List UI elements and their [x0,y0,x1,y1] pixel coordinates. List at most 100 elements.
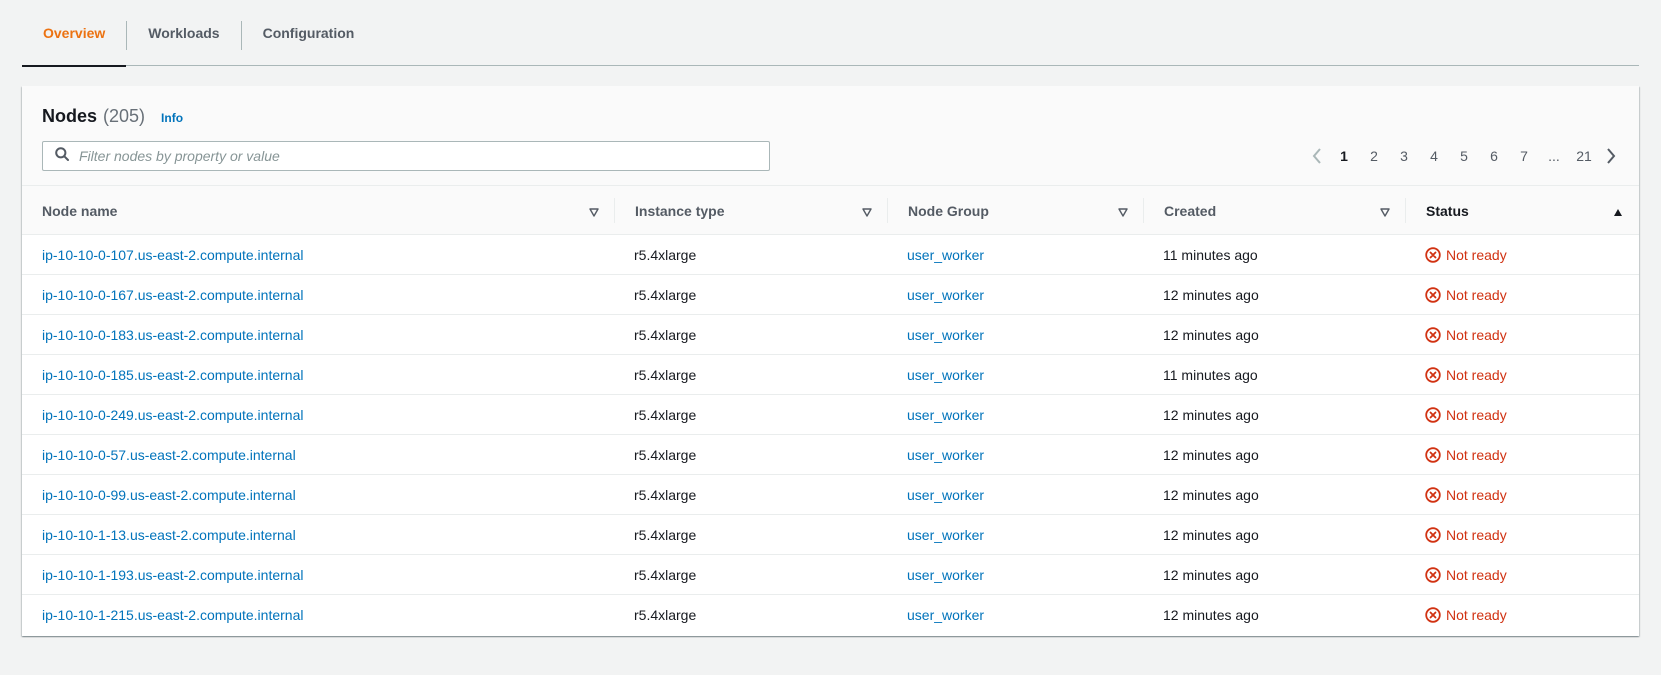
node-group-link[interactable]: user_worker [907,275,984,314]
sort-caret-down-outline-icon[interactable] [1380,204,1390,220]
table-row: ip-10-10-0-167.us-east-2.compute.interna… [22,275,1639,315]
page-ellipsis: ... [1548,148,1560,164]
node-group-link[interactable]: user_worker [907,515,984,554]
status: Not ready [1425,555,1507,594]
page-21[interactable]: 21 [1569,148,1599,164]
instance-type: r5.4xlarge [634,366,697,383]
pagination: 1 2 3 4 5 6 7 ... 21 [1305,144,1623,168]
page-6[interactable]: 6 [1479,148,1509,164]
status-negative-icon [1425,366,1441,383]
node-group-link[interactable]: user_worker [907,235,984,274]
node-group-link[interactable]: user_worker [907,555,984,594]
sort-caret-up-filled-icon[interactable] [1613,204,1623,220]
instance-type: r5.4xlarge [634,526,697,543]
table-row: ip-10-10-1-193.us-east-2.compute.interna… [22,555,1639,595]
node-name-link[interactable]: ip-10-10-0-57.us-east-2.compute.internal [42,435,296,474]
created-time: 12 minutes ago [1163,286,1259,303]
created-time: 12 minutes ago [1163,606,1259,623]
node-group-link[interactable]: user_worker [907,595,984,634]
column-header-instance-type[interactable]: Instance type [615,186,888,235]
table-row: ip-10-10-0-183.us-east-2.compute.interna… [22,315,1639,355]
node-name-link[interactable]: ip-10-10-0-107.us-east-2.compute.interna… [42,235,303,274]
status-negative-icon [1425,406,1441,423]
table-row: ip-10-10-0-57.us-east-2.compute.internal… [22,435,1639,475]
column-header-created[interactable]: Created [1144,186,1406,235]
status-negative-icon [1425,606,1441,623]
node-name-link[interactable]: ip-10-10-0-183.us-east-2.compute.interna… [42,315,303,354]
status-negative-icon [1425,526,1441,543]
node-name-link[interactable]: ip-10-10-0-249.us-east-2.compute.interna… [42,395,303,434]
page-2[interactable]: 2 [1359,148,1389,164]
chevron-right-icon[interactable] [1599,148,1623,164]
page-4[interactable]: 4 [1419,148,1449,164]
tab-overview[interactable]: Overview [22,0,127,67]
search-icon [55,146,69,166]
table-row: ip-10-10-1-13.us-east-2.compute.internal… [22,515,1639,555]
created-time: 12 minutes ago [1163,326,1259,343]
status-text: Not ready [1446,326,1507,343]
node-name-link[interactable]: ip-10-10-0-99.us-east-2.compute.internal [42,475,296,514]
filter-box[interactable] [42,141,770,171]
status: Not ready [1425,275,1507,314]
status-text: Not ready [1446,446,1507,463]
page-3[interactable]: 3 [1389,148,1419,164]
chevron-left-icon[interactable] [1305,148,1329,164]
node-group-link[interactable]: user_worker [907,435,984,474]
node-group-link[interactable]: user_worker [907,475,984,514]
page-7[interactable]: 7 [1509,148,1539,164]
created-time: 12 minutes ago [1163,526,1259,543]
status-negative-icon [1425,326,1441,343]
page-1[interactable]: 1 [1329,148,1359,164]
status-text: Not ready [1446,526,1507,543]
created-time: 12 minutes ago [1163,486,1259,503]
node-name-link[interactable]: ip-10-10-1-13.us-east-2.compute.internal [42,515,296,554]
column-header-node-group[interactable]: Node Group [888,186,1144,235]
tab-workloads[interactable]: Workloads [127,0,240,66]
info-link[interactable]: Info [161,111,183,125]
filter-input[interactable] [79,148,739,164]
status: Not ready [1425,595,1507,634]
table-row: ip-10-10-0-99.us-east-2.compute.internal… [22,475,1639,515]
status: Not ready [1425,475,1507,514]
node-name-link[interactable]: ip-10-10-1-215.us-east-2.compute.interna… [42,595,303,634]
instance-type: r5.4xlarge [634,566,697,583]
table-header: Node name Instance type Node Group Creat… [22,186,1639,235]
panel-title: Nodes (205) Info [42,106,183,127]
status-negative-icon [1425,286,1441,303]
tab-configuration[interactable]: Configuration [242,0,376,66]
node-name-link[interactable]: ip-10-10-1-193.us-east-2.compute.interna… [42,555,303,594]
status-text: Not ready [1446,486,1507,503]
table-row: ip-10-10-1-215.us-east-2.compute.interna… [22,595,1639,635]
status-text: Not ready [1446,246,1507,263]
node-group-link[interactable]: user_worker [907,395,984,434]
created-time: 12 minutes ago [1163,446,1259,463]
status-text: Not ready [1446,606,1507,623]
instance-type: r5.4xlarge [634,606,697,623]
sort-caret-down-outline-icon[interactable] [862,204,872,220]
sort-caret-down-outline-icon[interactable] [589,204,599,220]
created-time: 11 minutes ago [1163,246,1258,263]
status-text: Not ready [1446,566,1507,583]
sort-caret-down-outline-icon[interactable] [1118,204,1128,220]
column-header-node-name[interactable]: Node name [22,186,615,235]
node-group-link[interactable]: user_worker [907,315,984,354]
column-header-status[interactable]: Status [1406,186,1639,235]
status: Not ready [1425,315,1507,354]
instance-type: r5.4xlarge [634,486,697,503]
node-name-link[interactable]: ip-10-10-0-185.us-east-2.compute.interna… [42,355,303,394]
nodes-panel: Nodes (205) Info 1 2 3 4 5 6 7 ... [22,86,1639,636]
nodes-count: (205) [103,106,146,126]
page-5[interactable]: 5 [1449,148,1479,164]
panel-header: Nodes (205) Info 1 2 3 4 5 6 7 ... [22,86,1639,186]
table-row: ip-10-10-0-107.us-east-2.compute.interna… [22,235,1639,275]
nodes-title: Nodes [42,106,98,126]
status: Not ready [1425,515,1507,554]
node-group-link[interactable]: user_worker [907,355,984,394]
status-negative-icon [1425,566,1441,583]
status: Not ready [1425,395,1507,434]
status-text: Not ready [1446,406,1507,423]
status-negative-icon [1425,486,1441,503]
status-text: Not ready [1446,366,1507,383]
node-name-link[interactable]: ip-10-10-0-167.us-east-2.compute.interna… [42,275,303,314]
instance-type: r5.4xlarge [634,286,697,303]
